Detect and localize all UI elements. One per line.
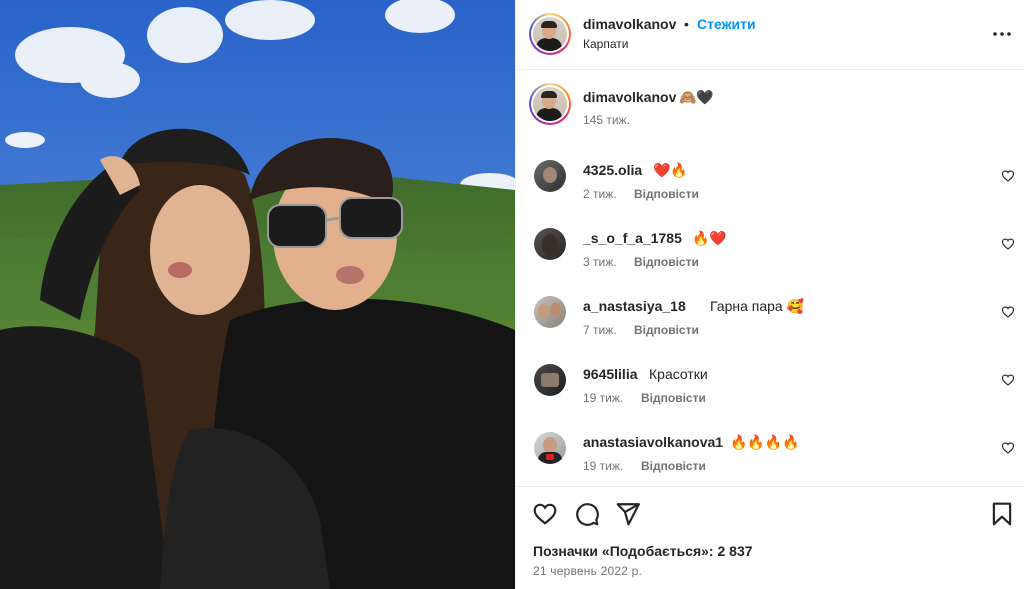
paper-plane-icon[interactable]: [615, 501, 641, 527]
comment-item: 9645lilia Красотки 19 тиж. Відповісти: [516, 355, 1024, 423]
bookmark-icon[interactable]: [989, 501, 1015, 527]
comment-time[interactable]: 19 тиж.: [583, 391, 623, 405]
heart-icon[interactable]: [1001, 305, 1015, 319]
comment-text: 🔥❤️: [692, 230, 727, 246]
commenter-username[interactable]: 4325.olia: [583, 162, 642, 178]
reply-button[interactable]: Відповісти: [641, 459, 706, 473]
follow-button[interactable]: Стежити: [697, 16, 756, 32]
separator-dot: •: [684, 16, 689, 32]
caption-username[interactable]: dimavolkanov: [583, 89, 676, 105]
reply-button[interactable]: Відповісти: [634, 323, 699, 337]
heart-icon[interactable]: [1001, 237, 1015, 251]
reply-button[interactable]: Відповісти: [634, 187, 699, 201]
commenter-username[interactable]: _s_o_f_a_1785: [583, 230, 682, 246]
post-detail-panel: dimavolkanov • Стежити Карпати dimavolka…: [515, 0, 1024, 589]
post-caption: dimavolkanov 🙈🖤 145 тиж.: [516, 71, 1024, 139]
commenter-username[interactable]: anastasiavolkanova1: [583, 434, 723, 450]
commenter-avatar[interactable]: [534, 364, 566, 396]
comment-time[interactable]: 3 тиж.: [583, 255, 617, 269]
caption-text: 🙈🖤: [679, 89, 714, 105]
commenter-avatar[interactable]: [534, 228, 566, 260]
heart-icon[interactable]: [532, 501, 558, 527]
post-photo-image: [0, 0, 515, 589]
comment-item: anastasiavolkanova1 🔥🔥🔥🔥 19 тиж. Відпові…: [516, 423, 1024, 485]
caption-time[interactable]: 145 тиж.: [583, 113, 630, 127]
comment-item: a_nastasiya_18 Гарна пара 🥰 7 тиж. Відпо…: [516, 287, 1024, 355]
caption-avatar[interactable]: [529, 83, 571, 125]
commenter-username[interactable]: a_nastasiya_18: [583, 298, 686, 314]
comment-text: Гарна пара 🥰: [710, 298, 805, 314]
comment-text: ❤️🔥: [653, 162, 688, 178]
more-options-icon[interactable]: [990, 22, 1014, 46]
post-date[interactable]: 21 червень 2022 р.: [533, 564, 642, 578]
comment-time[interactable]: 2 тиж.: [583, 187, 617, 201]
commenter-avatar[interactable]: [534, 160, 566, 192]
comment-item: 4325.olia ❤️🔥 2 тиж. Відповісти: [516, 151, 1024, 219]
comment-text: 🔥🔥🔥🔥: [730, 434, 800, 450]
commenter-avatar[interactable]: [534, 296, 566, 328]
commenter-username[interactable]: 9645lilia: [583, 366, 638, 382]
comment-time[interactable]: 7 тиж.: [583, 323, 617, 337]
post-photo[interactable]: [0, 0, 515, 589]
heart-icon[interactable]: [1001, 441, 1015, 455]
comment-icon[interactable]: [574, 501, 600, 527]
commenter-avatar[interactable]: [534, 432, 566, 464]
comments-list[interactable]: dimavolkanov 🙈🖤 145 тиж. 4325.olia ❤️🔥 2…: [516, 71, 1024, 485]
likes-count[interactable]: Позначки «Подобається»: 2 837: [533, 543, 753, 559]
reply-button[interactable]: Відповісти: [634, 255, 699, 269]
comment-text: Красотки: [649, 366, 708, 382]
post-location[interactable]: Карпати: [583, 37, 628, 51]
post-header: dimavolkanov • Стежити Карпати: [516, 0, 1024, 70]
heart-icon[interactable]: [1001, 373, 1015, 387]
heart-icon[interactable]: [1001, 169, 1015, 183]
author-username[interactable]: dimavolkanov: [583, 16, 676, 32]
author-avatar[interactable]: [529, 13, 571, 55]
post-actions: Позначки «Подобається»: 2 837 21 червень…: [516, 486, 1024, 589]
comment-item: _s_o_f_a_1785 🔥❤️ 3 тиж. Відповісти: [516, 219, 1024, 287]
reply-button[interactable]: Відповісти: [641, 391, 706, 405]
comment-time[interactable]: 19 тиж.: [583, 459, 623, 473]
